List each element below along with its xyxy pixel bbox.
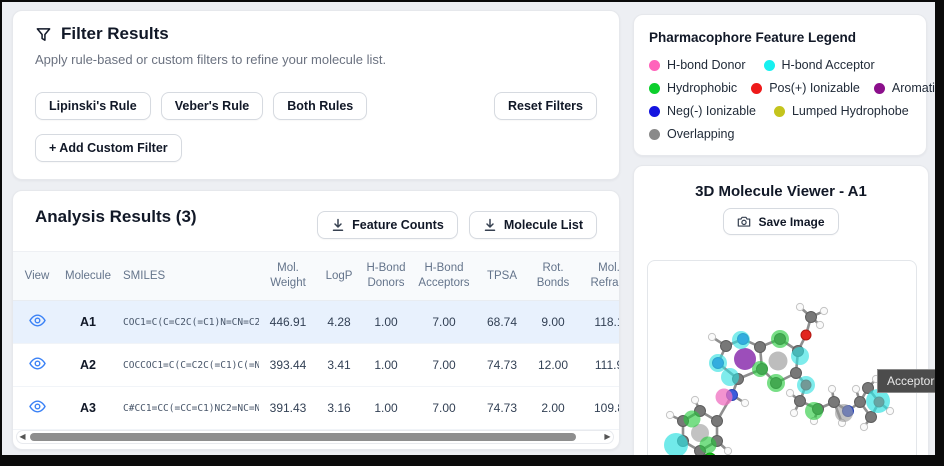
molecule-smiles: COC1=C(C=C2C(=C1)N=CN=C2… [123, 316, 259, 328]
both-rules-button[interactable]: Both Rules [273, 92, 368, 120]
pharmacophore-legend-panel: Pharmacophore Feature Legend H-bond Dono… [633, 14, 935, 156]
filter-panel-title: Filter Results [61, 24, 169, 43]
veber-rule-button[interactable]: Veber's Rule [160, 92, 264, 120]
legend-item-hbond-acceptor: H-bond Acceptor [763, 58, 875, 72]
molecule-viewer-panel: 3D Molecule Viewer - A1 Save Image Accep… [633, 165, 935, 455]
molecule-smiles: C#CC1=CC(=CC=C1)NC2=NC=N… [123, 402, 259, 414]
table-row-a3[interactable]: A3 C#CC1=CC(=CC=C1)NC2=NC=N… 391.43 3.16… [13, 387, 619, 430]
molecule-smiles: COCCOC1=C(C=C2C(=C1)C(=N… [123, 359, 259, 371]
download-icon [331, 218, 345, 232]
mol-refract-value: 118.1 [594, 315, 619, 329]
molecule-3d-render[interactable] [648, 261, 916, 455]
logp-value: 3.16 [327, 401, 351, 415]
hydrophobic-dot [649, 82, 660, 94]
neg-ionizable-dot [649, 105, 660, 117]
legend-item-pos-ionizable: Pos(+) Ionizable [751, 81, 860, 95]
logp-value: 4.28 [327, 315, 351, 329]
rot-bonds-value: 2.00 [541, 401, 565, 415]
hbond-acceptors-value: 7.00 [432, 401, 456, 415]
analysis-results-title: Analysis Results (3) [35, 207, 197, 226]
rot-bonds-value: 12.00 [537, 358, 569, 372]
reset-filters-button[interactable]: Reset Filters [493, 92, 597, 120]
table-row-a2[interactable]: A2 COCCOC1=C(C=C2C(=C1)C(=N… 393.44 3.41… [13, 344, 619, 387]
view-molecule-button[interactable] [28, 400, 46, 413]
molecule-id: A2 [80, 358, 96, 372]
pos-ionizable-dot [751, 82, 763, 94]
hbond-acceptors-value: 7.00 [432, 358, 456, 372]
mol-weight-value: 391.43 [269, 401, 307, 415]
add-custom-filter-button[interactable]: + Add Custom Filter [35, 134, 182, 162]
app-viewport: Filter Results Apply rule-based or custo… [2, 2, 935, 455]
analysis-results-panel: Analysis Results (3) Feature Counts Mole… [12, 190, 620, 450]
hbond-acceptors-value: 7.00 [432, 315, 456, 329]
filter-results-panel: Filter Results Apply rule-based or custo… [12, 10, 620, 180]
molecule-id: A1 [80, 315, 96, 329]
legend-title: Pharmacophore Feature Legend [649, 30, 857, 45]
col-header-molecule: Molecule [64, 269, 112, 282]
col-header-mol-refract: Mol. Refract [590, 262, 620, 289]
legend-item-lumped-hydrophobe: Lumped Hydrophobe [773, 104, 909, 118]
col-header-tpsa: TPSA [486, 269, 518, 282]
legend-item-aromatic: Aromatic [873, 81, 935, 95]
camera-icon [737, 215, 751, 228]
lumped-hydrophobe-dot [773, 105, 785, 117]
viewer-title: 3D Molecule Viewer - A1 [695, 183, 867, 200]
tpsa-value: 68.74 [486, 315, 518, 329]
col-header-logp: LogP [325, 269, 353, 282]
filter-panel-subtitle: Apply rule-based or custom filters to re… [35, 52, 387, 67]
legend-item-neg-ionizable: Neg(-) Ionizable [649, 104, 756, 118]
horizontal-scrollbar[interactable]: ◀ ▶ [16, 430, 614, 444]
legend-item-hydrophobic: Hydrophobic [649, 81, 737, 95]
mol-weight-value: 446.91 [269, 315, 307, 329]
lipinski-rule-button[interactable]: Lipinski's Rule [35, 92, 151, 120]
mol-refract-value: 111.9 [594, 358, 619, 372]
save-image-button[interactable]: Save Image [723, 208, 839, 235]
tpsa-value: 74.73 [486, 358, 518, 372]
scroll-left-arrow[interactable]: ◀ [16, 430, 29, 444]
download-icon [483, 218, 497, 232]
rot-bonds-value: 9.00 [541, 315, 565, 329]
tpsa-value: 74.73 [486, 401, 518, 415]
aromatic-dot [873, 82, 885, 94]
view-molecule-button[interactable] [28, 357, 46, 370]
overlapping-dot [649, 128, 660, 140]
col-header-view: View [24, 269, 50, 282]
legend-item-hbond-donor: H-bond Donor [649, 58, 746, 72]
legend-item-overlapping: Overlapping [649, 127, 734, 141]
mol-refract-value: 109.8 [593, 401, 619, 415]
col-header-hbond-donors: H-Bond Donors [366, 262, 406, 289]
hbond-donors-value: 1.00 [374, 358, 398, 372]
funnel-icon [35, 26, 52, 43]
scroll-right-arrow[interactable]: ▶ [601, 430, 614, 444]
col-header-smiles: SMILES [123, 269, 166, 282]
molecule-id: A3 [80, 401, 96, 415]
download-feature-counts-button[interactable]: Feature Counts [317, 211, 458, 239]
molecule-3d-viewport[interactable]: Acceptor [647, 260, 935, 455]
scrollbar-thumb[interactable] [30, 433, 576, 441]
feature-tooltip: Acceptor [877, 369, 935, 393]
col-header-mol-weight: Mol. Weight [270, 262, 306, 289]
hbond-acceptor-dot [763, 59, 775, 71]
table-row-a1[interactable]: A1 COC1=C(C=C2C(=C1)N=CN=C2… 446.91 4.28… [13, 301, 619, 344]
hbond-donors-value: 1.00 [374, 401, 398, 415]
col-header-hbond-acceptors: H-Bond Acceptors [418, 262, 470, 289]
table-header-row: View Molecule SMILES Mol. Weight LogP H-… [13, 251, 620, 301]
mol-weight-value: 393.44 [269, 358, 307, 372]
hbond-donor-dot [649, 59, 660, 71]
logp-value: 3.41 [327, 358, 351, 372]
molecule-table: View Molecule SMILES Mol. Weight LogP H-… [13, 251, 620, 430]
view-molecule-button[interactable] [28, 314, 46, 327]
col-header-rot-bonds: Rot. Bonds [536, 262, 570, 289]
download-molecule-list-button[interactable]: Molecule List [468, 211, 597, 239]
hbond-donors-value: 1.00 [374, 315, 398, 329]
